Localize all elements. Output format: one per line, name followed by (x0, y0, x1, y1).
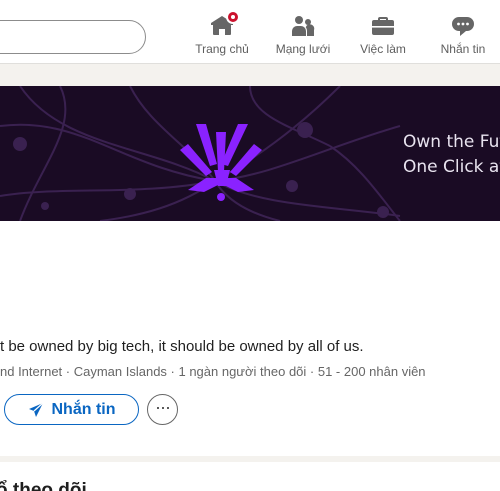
company-card: Own the Fut One Click at t be owned by b… (0, 86, 500, 456)
nav-item-network[interactable]: Mạng lưới (263, 14, 343, 60)
banner-network-graphic (0, 86, 401, 221)
more-options-button[interactable]: ··· (147, 394, 178, 425)
message-icon (451, 14, 475, 38)
section-title: ổ theo dõi (0, 480, 87, 491)
people-icon (291, 14, 315, 38)
follow-section: ổ theo dõi (0, 462, 500, 491)
home-icon (210, 10, 240, 38)
nav-item-jobs[interactable]: Việc làm (343, 14, 423, 60)
banner-line-1: Own the Fut (403, 132, 500, 152)
nav-label-home: Trang chủ (195, 42, 249, 56)
nav-item-messaging[interactable]: Nhắn tin (423, 14, 500, 60)
search-input[interactable] (0, 20, 146, 54)
company-tagline: t be owned by big tech, it should be own… (0, 338, 364, 355)
banner-line-2: One Click at (403, 157, 500, 177)
top-nav: Trang chủ Mạng lưới Việc làm Nhắn tin (0, 0, 500, 64)
nav-label-network: Mạng lưới (275, 42, 331, 56)
more-icon: ··· (155, 396, 171, 417)
send-icon (28, 402, 43, 417)
nav-item-home[interactable]: Trang chủ (182, 10, 262, 60)
message-button-label: Nhắn tin (51, 400, 116, 418)
nav-label-messaging: Nhắn tin (440, 42, 486, 56)
company-meta: nd Internet · Cayman Islands · 1 ngàn ng… (0, 364, 426, 379)
message-button[interactable]: Nhắn tin (4, 394, 139, 425)
notification-badge (226, 10, 240, 24)
cover-banner: Own the Fut One Click at (0, 86, 500, 221)
briefcase-icon (371, 14, 395, 38)
nav-label-jobs: Việc làm (360, 42, 406, 56)
